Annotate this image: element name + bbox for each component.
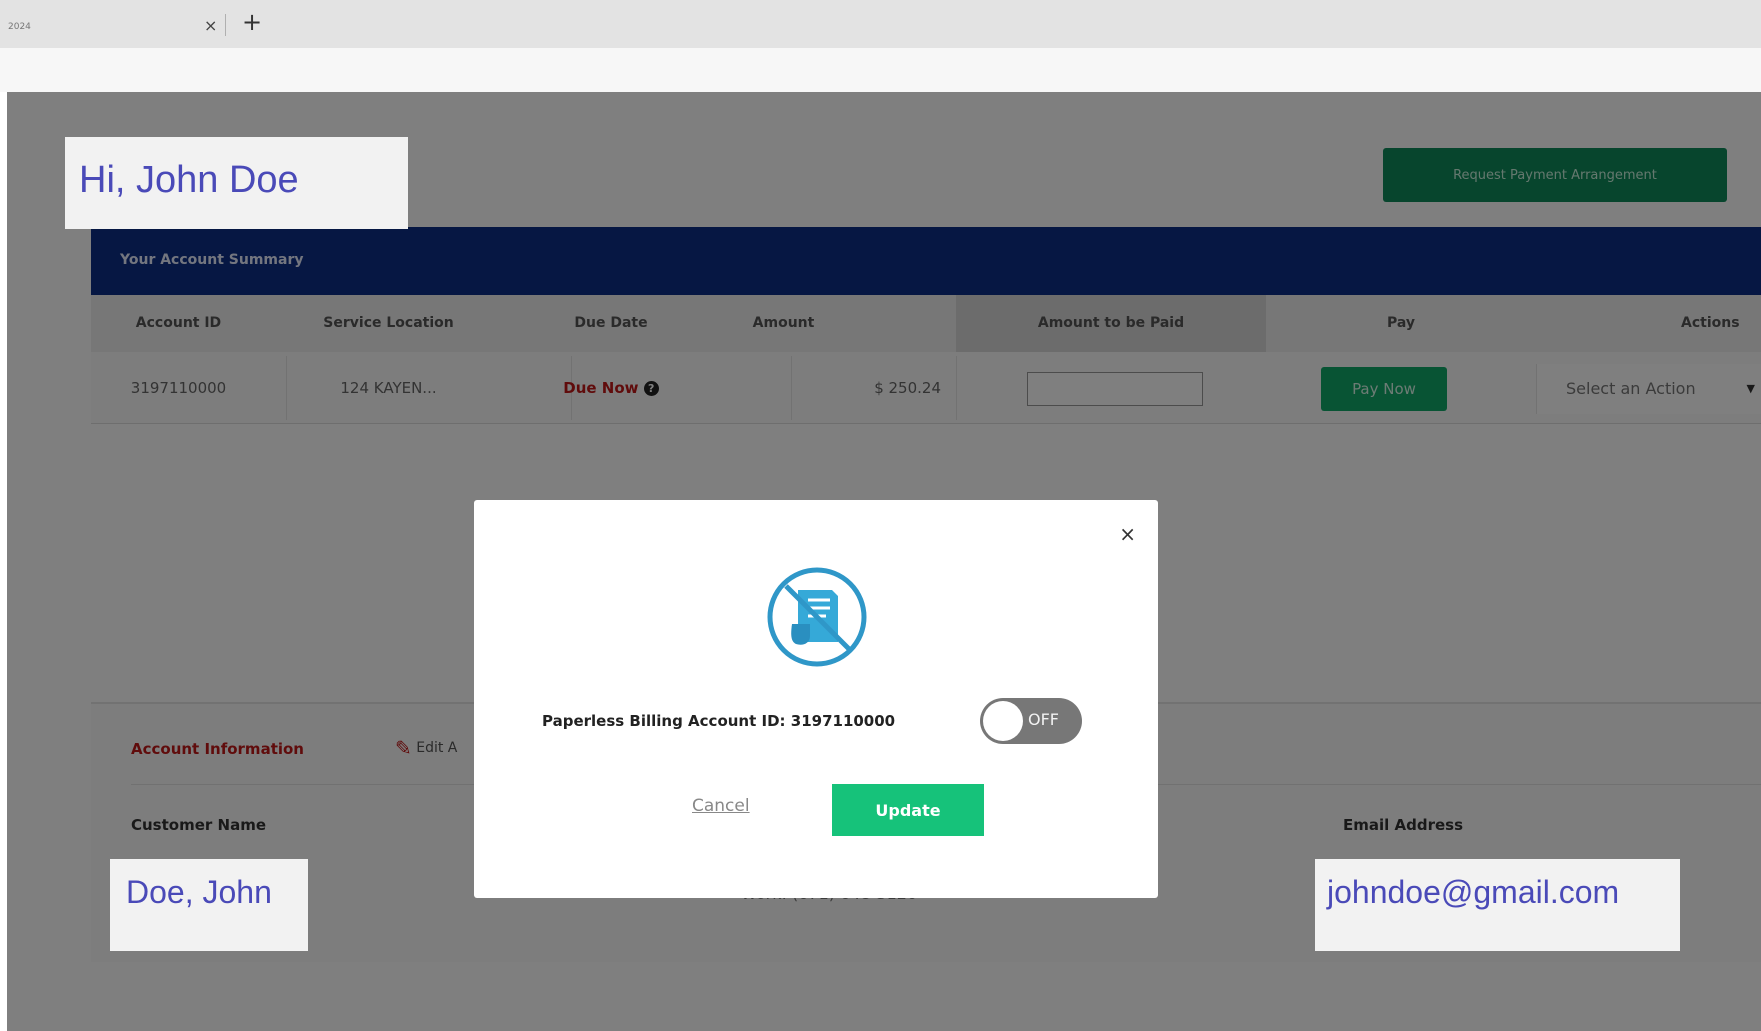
- toggle-knob: [983, 701, 1023, 741]
- tab-title: 2024: [8, 22, 31, 32]
- close-icon[interactable]: ×: [204, 16, 217, 35]
- update-button[interactable]: Update: [832, 784, 984, 836]
- greeting-text: Hi, John Doe: [79, 159, 299, 201]
- browser-tab-bar: 2024 × +: [0, 0, 1761, 48]
- paperless-billing-label: Paperless Billing Account ID: 3197110000: [542, 712, 896, 730]
- customer-name-value: Doe, John: [110, 859, 308, 951]
- browser-tab[interactable]: 2024 ×: [8, 4, 223, 48]
- cancel-button[interactable]: Cancel: [692, 796, 750, 816]
- email-address-value: johndoe@gmail.com: [1315, 859, 1680, 951]
- paperless-billing-modal: × Paperless Billing Account ID: 31971100…: [474, 500, 1158, 898]
- browser-toolbar: [0, 48, 1761, 92]
- tab-divider: [225, 14, 226, 36]
- paperless-toggle[interactable]: OFF: [980, 698, 1082, 744]
- toggle-state-label: OFF: [1028, 710, 1059, 729]
- close-icon[interactable]: ×: [1119, 522, 1136, 546]
- no-paper-icon: [767, 567, 867, 667]
- greeting-box: Hi, John Doe: [65, 137, 408, 229]
- new-tab-icon[interactable]: +: [242, 8, 262, 36]
